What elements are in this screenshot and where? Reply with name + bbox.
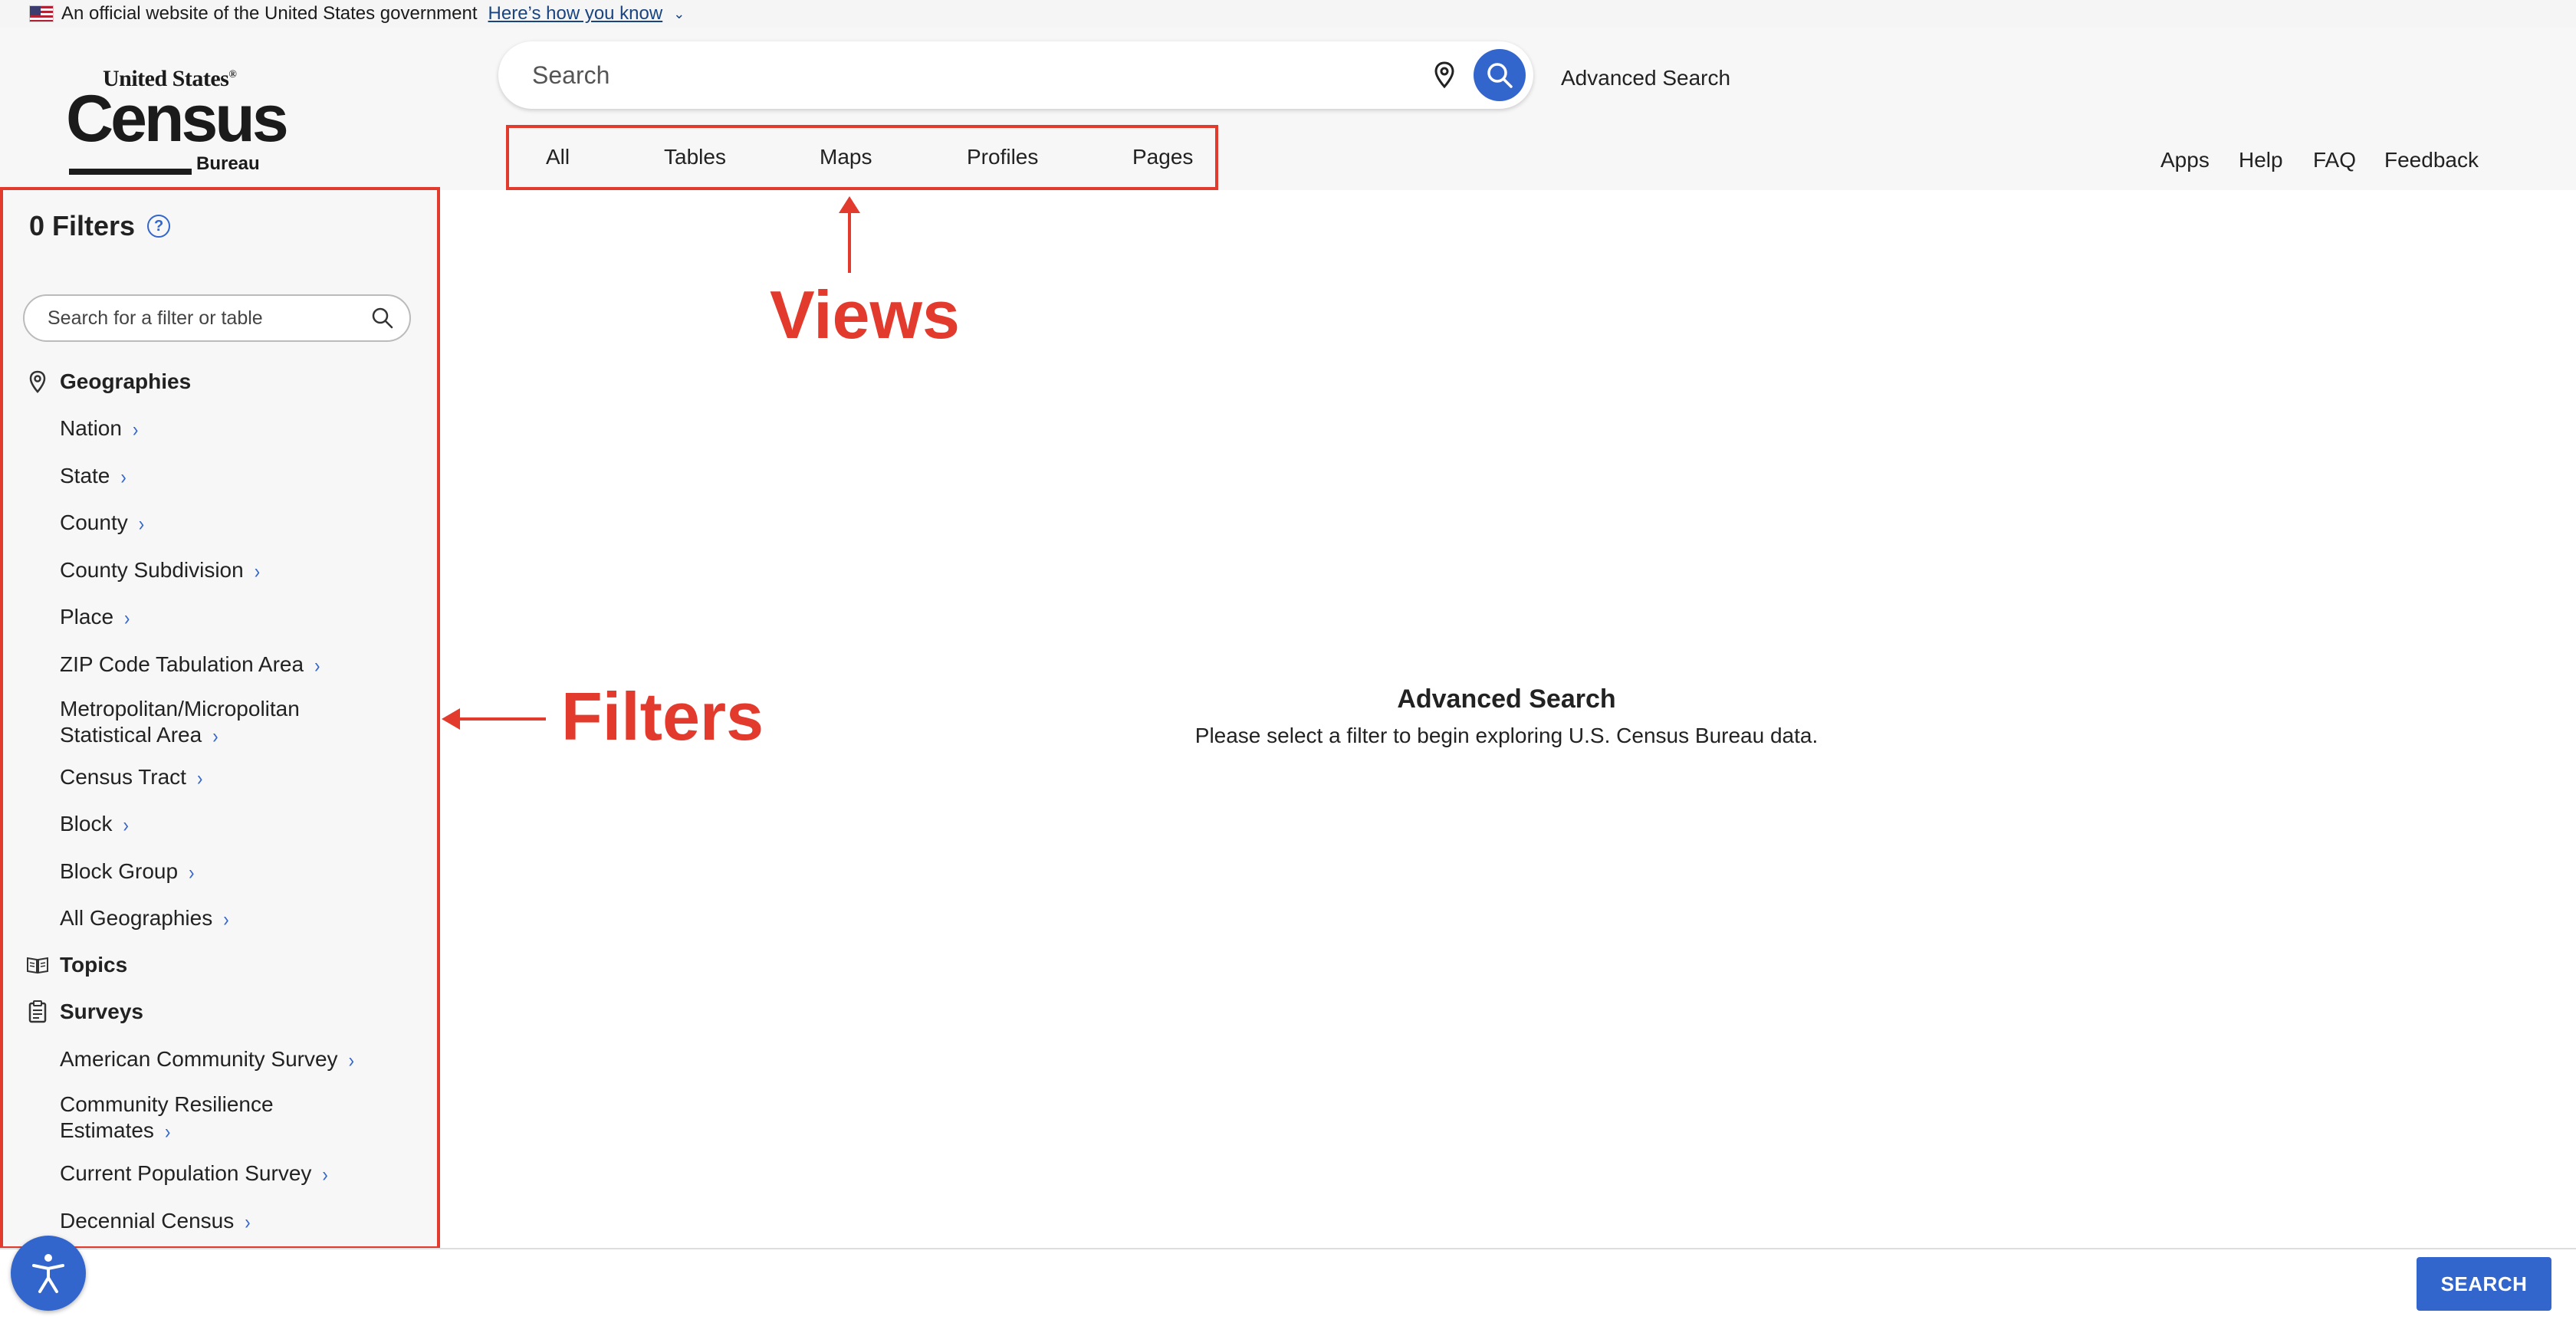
main-subtitle: Please select a filter to begin explorin…	[1194, 724, 1819, 747]
heres-how-you-know-link[interactable]: Here’s how you know	[488, 3, 663, 25]
logo-line-2: Census	[66, 82, 289, 156]
views-annotation-label: Views	[770, 277, 960, 353]
filters-arrow-shaft	[457, 717, 546, 721]
search-button[interactable]	[1474, 49, 1526, 101]
footer-bar	[0, 1248, 2576, 1323]
views-arrow-shaft	[848, 204, 851, 273]
logo-line-3: Bureau	[196, 153, 260, 174]
location-pin-icon[interactable]	[1429, 60, 1460, 90]
views-arrow-head	[839, 196, 860, 213]
gov-banner: An official website of the United States…	[0, 0, 2576, 28]
advanced-search-link[interactable]: Advanced Search	[1561, 66, 1730, 90]
filters-annotation-label: Filters	[561, 678, 764, 754]
us-flag-icon	[29, 5, 54, 22]
site-header: United States® Census Bureau Advanced Se…	[0, 28, 2576, 190]
filters-highlight-box	[0, 187, 440, 1249]
accessibility-button[interactable]	[11, 1236, 86, 1311]
nav-feedback[interactable]: Feedback	[2384, 148, 2479, 172]
census-logo[interactable]: United States® Census Bureau	[66, 66, 289, 178]
search-bar	[498, 41, 1533, 109]
search-input[interactable]	[532, 61, 1429, 90]
filters-arrow-head	[442, 708, 460, 730]
nav-apps[interactable]: Apps	[2160, 148, 2210, 172]
views-highlight-box	[506, 125, 1218, 190]
nav-faq[interactable]: FAQ	[2313, 148, 2356, 172]
main-title: Advanced Search	[1397, 684, 1616, 714]
logo-underline	[69, 169, 192, 175]
accessibility-icon	[32, 1254, 64, 1293]
nav-help[interactable]: Help	[2239, 148, 2283, 172]
search-icon	[1487, 63, 1513, 88]
chevron-down-icon[interactable]: ⌄	[673, 6, 685, 22]
footer-search-button[interactable]: SEARCH	[2417, 1257, 2551, 1311]
gov-banner-text: An official website of the United States…	[61, 3, 478, 24]
